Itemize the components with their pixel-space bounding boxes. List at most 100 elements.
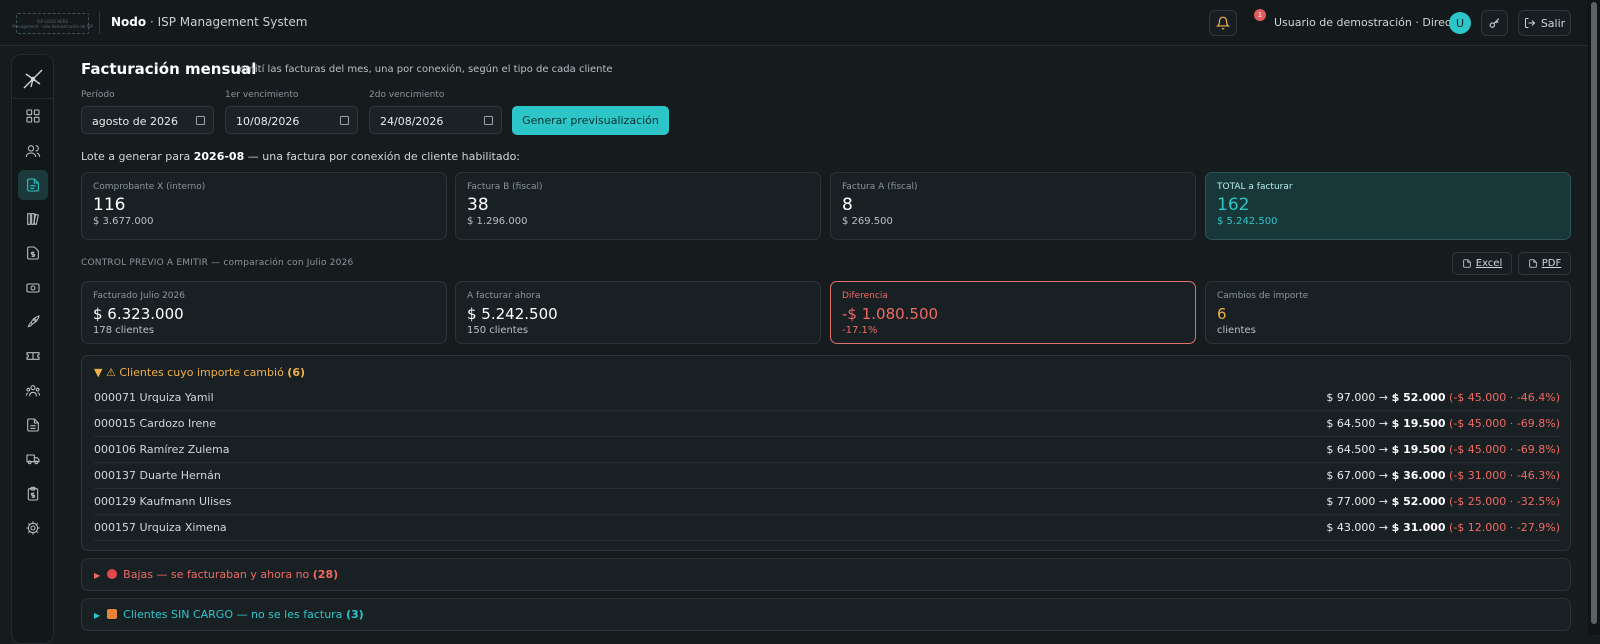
excel-label: Excel bbox=[1475, 258, 1503, 269]
client-name: 000106 Ramírez Zulema bbox=[94, 443, 230, 456]
gift-icon bbox=[106, 609, 117, 619]
export-pdf-button[interactable]: PDF bbox=[1518, 252, 1571, 275]
notifications-button[interactable] bbox=[1209, 10, 1237, 36]
sin-cargo-count: (3) bbox=[345, 608, 364, 621]
sidebar-item-billing[interactable] bbox=[18, 170, 48, 200]
avatar[interactable]: U bbox=[1449, 12, 1471, 34]
card-title: Diferencia bbox=[842, 291, 888, 301]
amount-change: $ 97.000 → $ 52.000 (-$ 45.000 · -46.4%) bbox=[1326, 391, 1560, 404]
library-icon bbox=[27, 213, 39, 225]
table-row: 000106 Ramírez Zulema $ 64.500 → $ 19.50… bbox=[94, 437, 1560, 463]
card-value: $ 6.323.000 bbox=[93, 305, 184, 323]
table-row: 000071 Urquiza Yamil $ 97.000 → $ 52.000… bbox=[94, 385, 1560, 411]
table-row: 000157 Urquiza Ximena $ 43.000 → $ 31.00… bbox=[94, 515, 1560, 541]
card-title: Facturado Julio 2026 bbox=[93, 291, 185, 301]
sidebar-item-cash[interactable] bbox=[18, 273, 48, 303]
client-name: 000129 Kaufmann Ulises bbox=[94, 495, 232, 508]
client-name: 000137 Duarte Hernán bbox=[94, 469, 221, 482]
invoice-icon bbox=[27, 178, 39, 192]
card-comprobante-x: Comprobante X (interno) 116 $ 3.677.000 bbox=[81, 172, 447, 240]
logout-button[interactable]: Salir bbox=[1518, 10, 1571, 36]
scrollbar-track[interactable] bbox=[1588, 0, 1600, 635]
team-icon bbox=[25, 385, 41, 397]
user-label: Usuario de demostración · Director bbox=[1274, 16, 1467, 29]
client-name: 000015 Cardozo Irene bbox=[94, 417, 216, 430]
bajas-title: Bajas — se facturaban y ahora no bbox=[123, 568, 310, 581]
periodo-input[interactable]: agosto de 2026 bbox=[81, 106, 214, 134]
clipboard-icon bbox=[27, 486, 39, 501]
sidebar-item-deploy[interactable] bbox=[18, 307, 48, 337]
scrollbar-thumb[interactable] bbox=[1591, 2, 1597, 624]
card-title: A facturar ahora bbox=[467, 291, 541, 301]
sidebar-item-settings[interactable] bbox=[18, 513, 48, 543]
table-row: 000137 Duarte Hernán $ 67.000 → $ 36.000… bbox=[94, 463, 1560, 489]
changed-title: Clientes cuyo importe cambió bbox=[119, 366, 284, 379]
isp-logo-placeholder[interactable]: ISP LOGO HERE Management · solo demostra… bbox=[12, 13, 93, 34]
top-bar: ISP LOGO HERE Management · solo demostra… bbox=[0, 0, 1588, 46]
sidebar-item-team[interactable] bbox=[18, 376, 48, 406]
amount-change: $ 64.500 → $ 19.500 (-$ 45.000 · -69.8%) bbox=[1326, 443, 1560, 456]
card-count: 8 bbox=[842, 195, 853, 215]
amount-change: $ 67.000 → $ 36.000 (-$ 31.000 · -46.3%) bbox=[1326, 469, 1560, 482]
changed-count: (6) bbox=[287, 366, 306, 379]
sidebar-item-dashboard[interactable] bbox=[18, 101, 48, 131]
sidebar-item-vehicles[interactable] bbox=[18, 444, 48, 474]
card-sub: 150 clientes bbox=[467, 325, 529, 336]
sidebar-logo[interactable] bbox=[13, 59, 53, 99]
calendar-icon[interactable] bbox=[196, 116, 205, 125]
sidebar-item-tasks[interactable] bbox=[18, 479, 48, 509]
card-title: Comprobante X (interno) bbox=[93, 182, 206, 192]
calendar-icon[interactable] bbox=[340, 116, 349, 125]
venc1-date-input[interactable]: 10/08/2026 bbox=[225, 106, 358, 134]
header-divider bbox=[99, 12, 100, 34]
amount-change: $ 77.000 → $ 52.000 (-$ 25.000 · -32.5%) bbox=[1326, 495, 1560, 508]
venc1-label: 1er vencimiento bbox=[225, 90, 299, 100]
card-amount: $ 5.242.500 bbox=[1217, 216, 1278, 227]
card-amount: $ 3.677.000 bbox=[93, 216, 154, 227]
venc2-date-input[interactable]: 24/08/2026 bbox=[369, 106, 502, 134]
logout-icon bbox=[1524, 18, 1536, 28]
generate-preview-button[interactable]: Generar previsualización bbox=[512, 106, 669, 135]
calendar-icon[interactable] bbox=[484, 116, 493, 125]
logo-line-2: Management · solo demostración de ISP bbox=[12, 23, 93, 29]
card-count: 162 bbox=[1217, 195, 1250, 215]
card-title: TOTAL a facturar bbox=[1217, 182, 1293, 192]
lote-suffix: — una factura por conexión de cliente ha… bbox=[247, 150, 521, 163]
sidebar-item-clients[interactable] bbox=[18, 136, 48, 166]
sidebar-item-tickets[interactable] bbox=[18, 341, 48, 371]
table-row: 000129 Kaufmann Ulises $ 77.000 → $ 52.0… bbox=[94, 489, 1560, 515]
control-heading: CONTROL PREVIO A EMITIR — comparación co… bbox=[81, 258, 354, 268]
bajas-toggle[interactable]: ▶ Bajas — se facturaban y ahora no (28) bbox=[94, 568, 338, 581]
lote-description: Lote a generar para 2026-08 — una factur… bbox=[81, 150, 520, 163]
change-password-button[interactable] bbox=[1481, 10, 1508, 36]
card-factura-b: Factura B (fiscal) 38 $ 1.296.000 bbox=[455, 172, 821, 240]
red-circle-icon bbox=[106, 569, 117, 579]
sidebar-item-library[interactable] bbox=[18, 204, 48, 234]
rocket-icon bbox=[27, 315, 40, 328]
card-sub: clientes bbox=[1217, 325, 1256, 336]
card-diferencia: Diferencia -$ 1.080.500 -17.1% bbox=[830, 281, 1196, 344]
truck-icon bbox=[26, 454, 40, 465]
client-name: 000071 Urquiza Yamil bbox=[94, 391, 214, 404]
caret-right-icon: ▶ bbox=[94, 611, 101, 620]
table-row: 000015 Cardozo Irene $ 64.500 → $ 19.500… bbox=[94, 411, 1560, 437]
pdf-label: PDF bbox=[1541, 258, 1562, 269]
export-excel-button[interactable]: Excel bbox=[1452, 252, 1512, 275]
card-factura-a: Factura A (fiscal) 8 $ 269.500 bbox=[830, 172, 1196, 240]
card-value: -$ 1.080.500 bbox=[842, 305, 939, 323]
sidebar-item-reports[interactable] bbox=[18, 410, 48, 440]
app-name: Nodo bbox=[111, 15, 147, 29]
card-title: Factura A (fiscal) bbox=[842, 182, 918, 192]
card-sub: -17.1% bbox=[842, 325, 878, 336]
caret-down-icon: ▼ bbox=[94, 366, 103, 379]
changed-clients-toggle[interactable]: ▼ ⚠ Clientes cuyo importe cambió (6) bbox=[94, 366, 305, 379]
card-count: 38 bbox=[467, 195, 489, 215]
venc1-value: 10/08/2026 bbox=[236, 115, 300, 128]
client-name: 000157 Urquiza Ximena bbox=[94, 521, 227, 534]
users-icon bbox=[25, 145, 41, 158]
cash-icon bbox=[26, 283, 40, 293]
sin-cargo-toggle[interactable]: ▶ Clientes SIN CARGO — no se les factura… bbox=[94, 608, 364, 621]
report-icon bbox=[27, 418, 39, 432]
sidebar-item-payments[interactable] bbox=[18, 238, 48, 268]
lote-prefix: Lote a generar para bbox=[81, 150, 191, 163]
